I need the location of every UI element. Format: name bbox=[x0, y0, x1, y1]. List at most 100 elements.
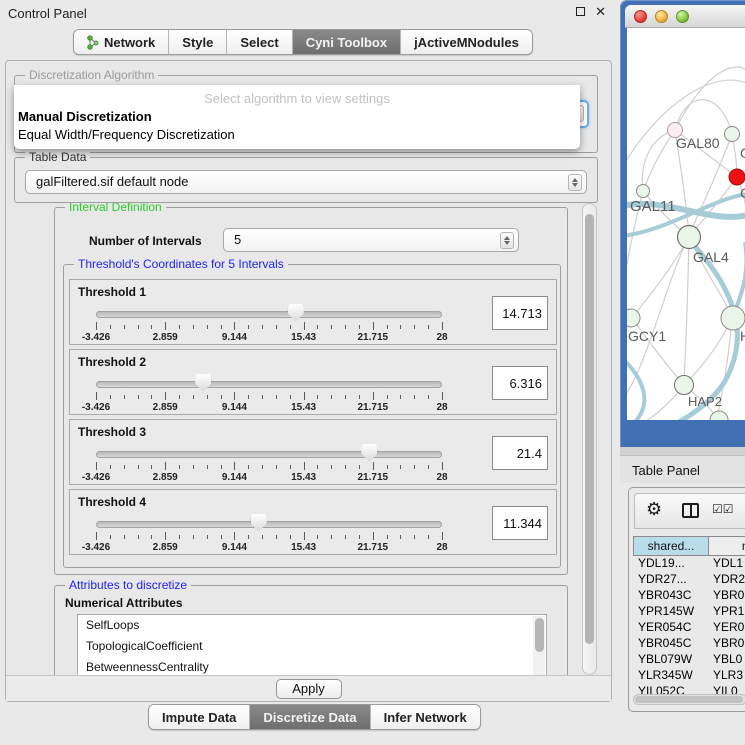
table-panel-title: Table Panel bbox=[632, 463, 700, 478]
tab-select[interactable]: Select bbox=[227, 30, 292, 54]
attributes-group-title: Attributes to discretize bbox=[65, 578, 191, 592]
threshold-4-value-field[interactable] bbox=[492, 506, 548, 540]
node-right[interactable] bbox=[721, 306, 745, 330]
number-of-intervals-label: Number of Intervals bbox=[89, 234, 202, 248]
zoom-window-icon[interactable] bbox=[676, 10, 689, 23]
attributes-group: Attributes to discretize Numerical Attri… bbox=[54, 585, 568, 675]
table-row[interactable]: YDL19...YDL1 bbox=[633, 556, 745, 572]
table-data-group: Table Data galFiltered.sif default node bbox=[14, 157, 598, 203]
network-graph: GAL80 GA C GAL11 GAL4 GCY1 H HAP2 bbox=[627, 28, 745, 420]
table-panel-window: ⚙ ☑☑ shared... na... YDL19...YDL1YDR27..… bbox=[628, 487, 745, 712]
tab-style[interactable]: Style bbox=[169, 30, 227, 54]
node-label: GCY1 bbox=[628, 328, 666, 344]
table-rows: YDL19...YDL1YDR27...YDR2YBR043CYBR0YPR14… bbox=[633, 556, 745, 700]
node-red-selected[interactable] bbox=[729, 169, 745, 185]
tab-cyni-toolbox[interactable]: Cyni Toolbox bbox=[293, 30, 401, 54]
algorithm-placeholder: Select algorithm to view settings bbox=[14, 91, 580, 106]
table-data-selected: galFiltered.sif default node bbox=[36, 174, 188, 189]
node-label: GA bbox=[740, 145, 745, 161]
node-label: GAL11 bbox=[630, 198, 676, 215]
slider-thumb[interactable] bbox=[361, 444, 377, 462]
tab-discretize-data[interactable]: Discretize Data bbox=[250, 705, 370, 729]
node-gal11[interactable] bbox=[637, 185, 650, 198]
slider-thumb[interactable] bbox=[195, 374, 211, 392]
slider-thumb[interactable] bbox=[251, 514, 267, 532]
column-header-shared-name[interactable]: shared... bbox=[633, 536, 709, 556]
option-equal-width-frequency[interactable]: Equal Width/Frequency Discretization bbox=[18, 127, 235, 142]
table-row[interactable]: YBR043CYBR0 bbox=[633, 588, 745, 604]
threshold-1-row: Threshold 1 -3.4262.8599.14415.4321.7152… bbox=[69, 279, 557, 345]
threshold-4-slider[interactable]: -3.4262.8599.14415.4321.71528 bbox=[96, 518, 442, 548]
threshold-1-value-field[interactable] bbox=[492, 296, 548, 330]
numerical-attributes-label: Numerical Attributes bbox=[65, 596, 183, 610]
threshold-1-slider[interactable]: -3.4262.8599.14415.4321.71528 bbox=[96, 308, 442, 338]
table-data-combobox[interactable]: galFiltered.sif default node bbox=[25, 170, 587, 194]
threshold-2-value-field[interactable] bbox=[492, 366, 548, 400]
table-toolbar: ⚙ ☑☑ bbox=[634, 493, 745, 529]
table-row[interactable]: YLR345WYLR3 bbox=[633, 668, 745, 684]
close-window-icon[interactable] bbox=[634, 10, 647, 23]
columns-icon[interactable] bbox=[682, 503, 699, 518]
number-of-intervals-combobox[interactable]: 5 bbox=[223, 228, 519, 252]
network-icon bbox=[87, 35, 99, 50]
tab-jactivemnodules[interactable]: jActiveMNodules bbox=[401, 30, 532, 54]
column-header-name[interactable]: na... bbox=[709, 536, 745, 556]
minimize-window-icon[interactable] bbox=[655, 10, 668, 23]
attribute-item[interactable]: BetweennessCentrality bbox=[78, 657, 546, 675]
control-panel-titlebar: Control Panel ✕ bbox=[0, 0, 620, 26]
control-panel: Control Panel ✕ Network Style Select Cyn… bbox=[0, 0, 620, 745]
combo-arrows-icon bbox=[500, 232, 514, 249]
node-green[interactable] bbox=[725, 127, 740, 142]
node-label: H bbox=[740, 328, 745, 344]
select-checkboxes-icon[interactable]: ☑☑ bbox=[712, 502, 734, 516]
float-window-icon[interactable] bbox=[576, 7, 585, 16]
node-label: C bbox=[740, 185, 745, 201]
bottom-tab-bar: Impute Data Discretize Data Infer Networ… bbox=[148, 704, 481, 730]
panel-vertical-scrollbar[interactable] bbox=[582, 203, 597, 675]
settings-scroll-viewport: Interval Definition Number of Intervals … bbox=[12, 203, 578, 675]
numerical-attributes-list[interactable]: SelfLoopsTopologicalCoefficientBetweenne… bbox=[77, 614, 547, 675]
algorithm-dropdown-popup: Select algorithm to view settings Manual… bbox=[14, 85, 580, 149]
threshold-2-slider[interactable]: -3.4262.8599.14415.4321.71528 bbox=[96, 378, 442, 408]
threshold-3-slider[interactable]: -3.4262.8599.14415.4321.71528 bbox=[96, 448, 442, 478]
attribute-item[interactable]: SelfLoops bbox=[78, 615, 546, 636]
threshold-3-row: Threshold 3 -3.4262.8599.14415.4321.7152… bbox=[69, 419, 557, 485]
close-icon[interactable]: ✕ bbox=[595, 6, 606, 17]
table-data-title: Table Data bbox=[25, 150, 90, 164]
network-canvas[interactable]: GAL80 GA C GAL11 GAL4 GCY1 H HAP2 bbox=[627, 28, 745, 420]
tab-infer-network[interactable]: Infer Network bbox=[371, 705, 480, 729]
list-scrollbar[interactable] bbox=[533, 616, 545, 675]
attribute-item[interactable]: TopologicalCoefficient bbox=[78, 636, 546, 657]
combo-arrows-icon bbox=[568, 174, 582, 191]
node-hap2[interactable] bbox=[675, 376, 694, 395]
apply-strip: Apply bbox=[6, 675, 611, 701]
network-view-window[interactable]: GAL80 GA C GAL11 GAL4 GCY1 H HAP2 bbox=[620, 0, 745, 447]
panel-title: Control Panel bbox=[8, 6, 87, 21]
table-header: shared... na... bbox=[633, 536, 745, 556]
number-of-intervals-value: 5 bbox=[234, 232, 241, 247]
tab-impute-data[interactable]: Impute Data bbox=[149, 705, 250, 729]
tab-network[interactable]: Network bbox=[74, 30, 169, 54]
thresholds-group-title: Threshold's Coordinates for 5 Intervals bbox=[74, 257, 288, 271]
gear-icon[interactable]: ⚙ bbox=[646, 499, 662, 520]
table-row[interactable]: YBL079WYBL0 bbox=[633, 652, 745, 668]
table-row[interactable]: YER054CYER0 bbox=[633, 620, 745, 636]
apply-button[interactable]: Apply bbox=[276, 679, 342, 699]
table-row[interactable]: YPR145WYPR1 bbox=[633, 604, 745, 620]
network-window-titlebar bbox=[625, 5, 745, 28]
table-horizontal-scrollbar[interactable] bbox=[633, 694, 745, 705]
node-gal4[interactable] bbox=[678, 226, 701, 249]
table-row[interactable]: YDR27...YDR2 bbox=[633, 572, 745, 588]
option-manual-discretization[interactable]: Manual Discretization bbox=[18, 109, 152, 124]
table-row[interactable]: YBR045CYBR0 bbox=[633, 636, 745, 652]
threshold-2-row: Threshold 2 -3.4262.8599.14415.4321.7152… bbox=[69, 349, 557, 415]
right-side: GAL80 GA C GAL11 GAL4 GCY1 H HAP2 Table … bbox=[620, 0, 745, 745]
top-tab-bar: Network Style Select Cyni Toolbox jActiv… bbox=[73, 29, 533, 55]
threshold-4-row: Threshold 4 -3.4262.8599.14415.4321.7152… bbox=[69, 489, 557, 555]
slider-thumb[interactable] bbox=[288, 304, 304, 322]
node-gcy1[interactable] bbox=[627, 309, 640, 327]
threshold-3-value-field[interactable] bbox=[492, 436, 548, 470]
discretization-algorithm-title: Discretization Algorithm bbox=[25, 68, 158, 82]
node-label: GAL4 bbox=[693, 249, 729, 265]
thresholds-group: Threshold's Coordinates for 5 Intervals … bbox=[63, 264, 561, 568]
